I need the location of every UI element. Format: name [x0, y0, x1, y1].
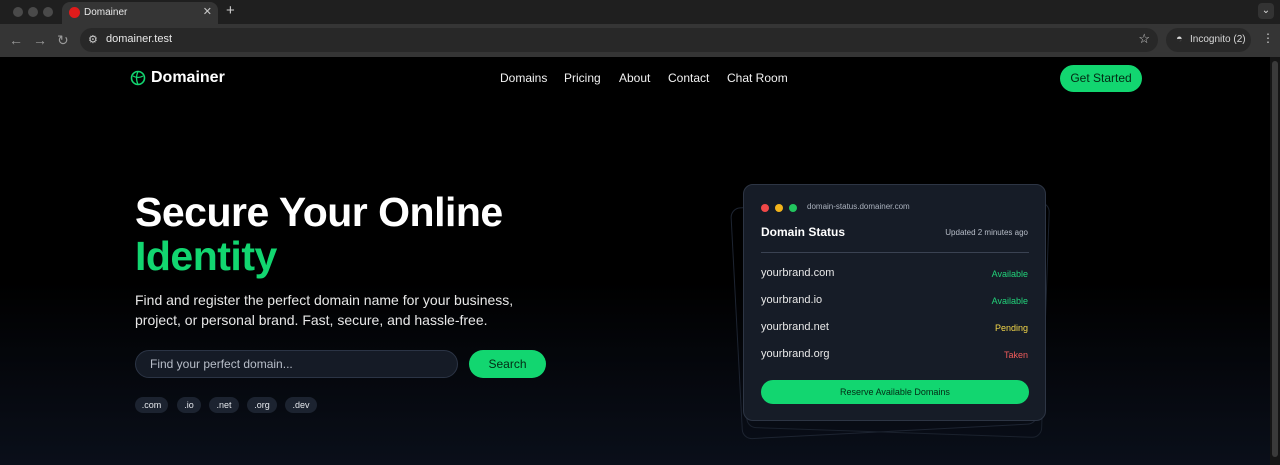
tld-chip-com[interactable]: .com: [135, 397, 168, 413]
domain-row-name: yourbrand.io: [761, 294, 823, 306]
browser-tab[interactable]: Domainer ✕: [62, 2, 218, 24]
address-bar[interactable]: ⚙ domainer.test ☆: [80, 28, 1158, 52]
browser-menu-icon[interactable]: ⋮: [1262, 32, 1274, 44]
scrollbar[interactable]: [1270, 57, 1280, 465]
window-dot-yellow: [775, 204, 783, 212]
browser-tab-bar: Domainer ✕ + ⌄: [0, 0, 1280, 24]
tab-search-chevron-icon[interactable]: ⌄: [1258, 3, 1274, 19]
domain-row-name: yourbrand.net: [761, 321, 829, 333]
nav-link-contact[interactable]: Contact: [668, 71, 709, 85]
tab-title: Domainer: [84, 7, 128, 18]
incognito-icon: ◓: [1176, 33, 1183, 45]
tld-chip-dev[interactable]: .dev: [285, 397, 317, 413]
tld-chip-org[interactable]: .org: [247, 397, 277, 413]
domain-row-status: Taken: [1003, 350, 1028, 360]
new-tab-button[interactable]: +: [226, 3, 235, 19]
domain-row-name: yourbrand.com: [761, 267, 835, 279]
domain-status-card: domain-status.domainer.com Domain Status…: [743, 184, 1046, 421]
hero-title: Secure Your Online: [135, 189, 503, 235]
card-title: Domain Status: [761, 225, 846, 239]
search-button[interactable]: Search: [469, 350, 546, 378]
get-started-button[interactable]: Get Started: [1060, 65, 1142, 92]
domain-row-status: Available: [991, 269, 1028, 279]
domain-row-status: Available: [991, 296, 1028, 306]
tld-chip-net[interactable]: .net: [209, 397, 239, 413]
back-arrow-icon[interactable]: ←: [9, 32, 23, 48]
domain-search-input[interactable]: [135, 350, 458, 378]
domain-row-status: Pending: [994, 323, 1028, 333]
browser-toolbar: ← → ↻ ⚙ domainer.test ☆ ◓ Incognito (2) …: [0, 24, 1280, 57]
site-info-icon[interactable]: ⚙: [88, 33, 98, 46]
nav-link-domains[interactable]: Domains: [500, 71, 547, 85]
card-host: domain-status.domainer.com: [807, 202, 910, 211]
reserve-domains-button[interactable]: Reserve Available Domains: [761, 380, 1029, 404]
nav-link-about[interactable]: About: [619, 71, 650, 85]
window-dot-green: [789, 204, 797, 212]
window-zoom-dot[interactable]: [43, 7, 53, 17]
site-logo[interactable]: Domainer: [130, 69, 225, 87]
nav-link-pricing[interactable]: Pricing: [564, 71, 601, 85]
logo-text: Domainer: [151, 69, 225, 86]
incognito-indicator[interactable]: ◓ Incognito (2): [1166, 28, 1251, 52]
window-dot-red: [761, 204, 769, 212]
reload-icon[interactable]: ↻: [57, 32, 69, 48]
hero-title-accent: Identity: [135, 233, 277, 279]
window-close-dot[interactable]: [13, 7, 23, 17]
globe-leaf-icon: [130, 70, 146, 86]
bookmark-star-icon[interactable]: ☆: [1138, 31, 1150, 47]
nav-link-chat-room[interactable]: Chat Room: [727, 71, 788, 85]
forward-arrow-icon[interactable]: →: [33, 32, 47, 48]
incognito-label: Incognito (2): [1190, 34, 1246, 45]
card-updated-time: Updated 2 minutes ago: [945, 228, 1028, 237]
tab-close-icon[interactable]: ✕: [203, 6, 212, 18]
tld-chip-io[interactable]: .io: [177, 397, 201, 413]
favicon-icon: [69, 7, 80, 18]
url-text[interactable]: domainer.test: [106, 33, 172, 45]
card-divider: [761, 252, 1029, 253]
page-viewport: Domainer Domains Pricing About Contact C…: [0, 57, 1280, 465]
hero-subtitle: Find and register the perfect domain nam…: [135, 292, 514, 328]
domain-row-name: yourbrand.org: [761, 348, 830, 360]
scrollbar-thumb[interactable]: [1272, 61, 1278, 457]
window-minimize-dot[interactable]: [28, 7, 38, 17]
